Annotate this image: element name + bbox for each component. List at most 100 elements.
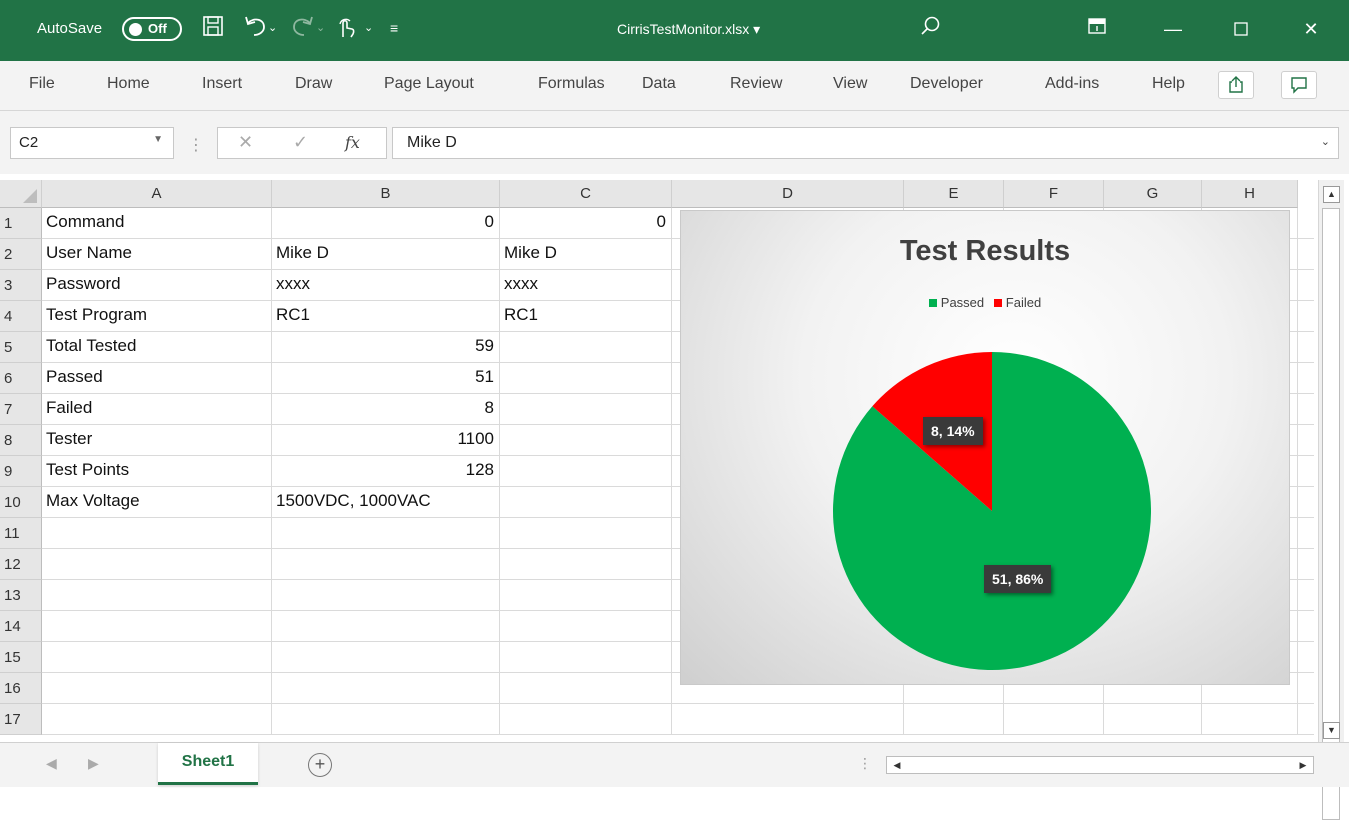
cancel-icon[interactable]: ✕ xyxy=(238,132,253,153)
column-header-g[interactable]: G xyxy=(1104,180,1202,208)
row-header-14[interactable]: 14 xyxy=(0,611,42,642)
row-header-13[interactable]: 13 xyxy=(0,580,42,611)
row-header-5[interactable]: 5 xyxy=(0,332,42,363)
row-header-3[interactable]: 3 xyxy=(0,270,42,301)
cell-b8[interactable]: 1100 xyxy=(276,429,494,449)
insert-function-icon[interactable]: fx xyxy=(345,133,360,152)
cell-b7[interactable]: 8 xyxy=(276,398,494,418)
cell-c1[interactable]: 0 xyxy=(504,212,666,232)
vertical-scrollbar[interactable]: ▲ ▼ xyxy=(1318,180,1344,820)
scroll-right-icon[interactable]: ▶ xyxy=(1295,757,1311,773)
row-header-9[interactable]: 9 xyxy=(0,456,42,487)
touch-mode-icon[interactable] xyxy=(336,15,356,39)
cell-a9[interactable]: Test Points xyxy=(46,460,266,480)
redo-icon[interactable] xyxy=(290,15,314,37)
column-header-f[interactable]: F xyxy=(1004,180,1104,208)
touch-dropdown-icon[interactable]: ⌄ xyxy=(364,15,373,41)
row-header-7[interactable]: 7 xyxy=(0,394,42,425)
row-header-6[interactable]: 6 xyxy=(0,363,42,394)
chevron-down-icon[interactable]: ▼ xyxy=(153,134,163,145)
cell-b1[interactable]: 0 xyxy=(276,212,494,232)
row-header-12[interactable]: 12 xyxy=(0,549,42,580)
row-header-2[interactable]: 2 xyxy=(0,239,42,270)
sheet-tab-sheet1[interactable]: Sheet1 xyxy=(158,743,258,785)
tab-developer[interactable]: Developer xyxy=(910,75,983,93)
file-name[interactable]: CirrisTestMonitor.xlsx ▾ xyxy=(617,21,760,38)
column-header-h[interactable]: H xyxy=(1202,180,1298,208)
cell-a6[interactable]: Passed xyxy=(46,367,266,387)
tab-split-handle[interactable]: ⋮ xyxy=(858,755,872,772)
cell-a7[interactable]: Failed xyxy=(46,398,266,418)
tab-view[interactable]: View xyxy=(833,75,867,93)
redo-dropdown-icon[interactable]: ⌄ xyxy=(316,15,325,41)
cell-a2[interactable]: User Name xyxy=(46,243,266,263)
minimize-button[interactable]: — xyxy=(1150,12,1196,46)
cell-a5[interactable]: Total Tested xyxy=(46,336,266,356)
row-header-15[interactable]: 15 xyxy=(0,642,42,673)
column-header-e[interactable]: E xyxy=(904,180,1004,208)
share-button[interactable] xyxy=(1218,71,1254,99)
row-header-8[interactable]: 8 xyxy=(0,425,42,456)
scroll-left-icon[interactable]: ◀ xyxy=(889,757,905,773)
tab-add-ins[interactable]: Add-ins xyxy=(1045,75,1099,93)
cell-b5[interactable]: 59 xyxy=(276,336,494,356)
tab-page-layout[interactable]: Page Layout xyxy=(384,75,474,93)
cell-a3[interactable]: Password xyxy=(46,274,266,294)
customize-toolbar-icon[interactable]: ≡ xyxy=(390,15,398,41)
column-header-a[interactable]: A xyxy=(42,180,272,208)
cell-a8[interactable]: Tester xyxy=(46,429,266,449)
enter-icon[interactable]: ✓ xyxy=(293,132,308,153)
column-header-b[interactable]: B xyxy=(272,180,500,208)
scroll-down-icon[interactable]: ▼ xyxy=(1323,722,1340,739)
cell-b3[interactable]: xxxx xyxy=(276,274,494,294)
cell-a10[interactable]: Max Voltage xyxy=(46,491,266,511)
row-header-4[interactable]: 4 xyxy=(0,301,42,332)
tab-draw[interactable]: Draw xyxy=(295,75,332,93)
search-icon[interactable] xyxy=(920,15,942,37)
save-icon[interactable] xyxy=(203,15,223,37)
cell-c3[interactable]: xxxx xyxy=(504,274,666,294)
tab-help[interactable]: Help xyxy=(1152,75,1185,93)
formula-bar-resize-handle[interactable]: ⋮ xyxy=(188,135,204,155)
cell-b6[interactable]: 51 xyxy=(276,367,494,387)
undo-dropdown-icon[interactable]: ⌄ xyxy=(268,15,277,41)
scroll-up-icon[interactable]: ▲ xyxy=(1323,186,1340,203)
row-header-16[interactable]: 16 xyxy=(0,673,42,704)
tab-review[interactable]: Review xyxy=(730,75,782,93)
undo-icon[interactable] xyxy=(244,15,268,37)
cell-a4[interactable]: Test Program xyxy=(46,305,266,325)
pie-chart[interactable]: Test Results Passed Failed 51, 86% 8, 14… xyxy=(680,210,1290,685)
expand-formula-bar-icon[interactable]: ⌄ xyxy=(1321,135,1330,148)
column-gridline xyxy=(499,208,500,735)
column-header-c[interactable]: C xyxy=(500,180,672,208)
cell-c4[interactable]: RC1 xyxy=(504,305,666,325)
cell-c2[interactable]: Mike D xyxy=(504,243,666,263)
prev-sheet-icon[interactable]: ◀ xyxy=(46,755,57,772)
comments-button[interactable] xyxy=(1281,71,1317,99)
cell-b2[interactable]: Mike D xyxy=(276,243,494,263)
tab-formulas[interactable]: Formulas xyxy=(538,75,605,93)
maximize-button[interactable] xyxy=(1218,12,1264,46)
formula-input[interactable]: Mike D ⌄ xyxy=(392,127,1339,159)
cell-b9[interactable]: 128 xyxy=(276,460,494,480)
row-header-17[interactable]: 17 xyxy=(0,704,42,735)
select-all-button[interactable] xyxy=(0,180,42,208)
horizontal-scrollbar[interactable]: ◀ ▶ xyxy=(886,756,1314,774)
row-header-10[interactable]: 10 xyxy=(0,487,42,518)
name-box[interactable]: C2 ▼ xyxy=(10,127,174,159)
tab-home[interactable]: Home xyxy=(107,75,150,93)
row-header-1[interactable]: 1 xyxy=(0,208,42,239)
cell-a1[interactable]: Command xyxy=(46,212,266,232)
ribbon-display-icon[interactable] xyxy=(1088,15,1106,37)
cell-b10[interactable]: 1500VDC, 1000VAC xyxy=(276,491,494,511)
add-sheet-icon[interactable]: + xyxy=(308,753,332,777)
close-button[interactable]: ✕ xyxy=(1288,12,1334,46)
next-sheet-icon[interactable]: ▶ xyxy=(88,755,99,772)
column-header-d[interactable]: D xyxy=(672,180,904,208)
autosave-toggle[interactable]: Off xyxy=(122,17,182,41)
cell-b4[interactable]: RC1 xyxy=(276,305,494,325)
tab-insert[interactable]: Insert xyxy=(202,75,242,93)
row-header-11[interactable]: 11 xyxy=(0,518,42,549)
tab-file[interactable]: File xyxy=(29,75,55,93)
tab-data[interactable]: Data xyxy=(642,75,676,93)
